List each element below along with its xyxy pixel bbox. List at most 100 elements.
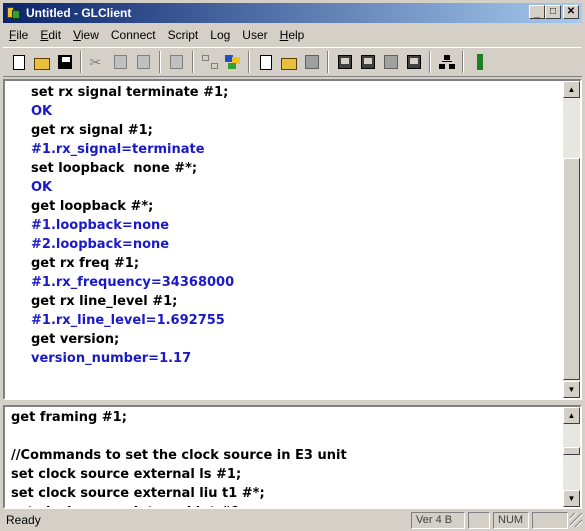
device1-icon [337,55,352,69]
print-button[interactable] [165,51,188,73]
script-scroll-thumb[interactable] [563,447,580,455]
new-file-button[interactable] [7,51,30,73]
output-response-line: #1.loopback=none [31,218,170,233]
output-response-line: #1.rx_line_level=1.692755 [31,313,225,328]
open-folder2-icon [280,57,297,70]
device3-icon [383,55,398,69]
output-command-line: set rx signal terminate #1; [31,85,229,100]
color-network-icon [225,55,240,69]
device1-button[interactable] [333,51,356,73]
status-extra-panel [532,511,568,529]
menu-connect[interactable]: Connect [105,28,162,42]
save-script-button[interactable] [300,51,323,73]
menu-hotkey: F [9,28,17,42]
menu-user[interactable]: User [236,28,273,42]
output-response-line: OK [31,104,53,119]
device2-button[interactable] [356,51,379,73]
close-icon: ✕ [566,6,576,17]
minimize-button[interactable]: _ [529,5,545,19]
output-command-line: get rx signal #1; [31,123,153,138]
menu-edit[interactable]: Edit [34,28,67,42]
toolbar-separator [192,51,194,73]
output-response-line: OK [31,180,53,195]
menu-bar: File Edit View Connect Script Log User Help [3,25,310,45]
output-response-line: #1.rx_signal=terminate [31,142,205,157]
print-icon [170,55,183,69]
toolbar-separator [429,51,431,73]
open-folder-icon [33,57,50,70]
menu-hotkey: H [279,28,289,42]
maximize-button[interactable]: □ [545,5,561,19]
output-vertical-scrollbar[interactable]: ▲ ▼ [563,81,580,398]
toolbar-separator [462,51,464,73]
device4-icon [406,55,421,69]
status-bar: Ready Ver 4 B NUM [3,511,582,529]
output-scroll-up-button[interactable]: ▲ [563,81,580,98]
paste-icon [137,55,150,69]
device3-button[interactable] [379,51,402,73]
title-bar[interactable]: Untitled - GLClient _ □ ✕ [3,3,582,23]
menu-view[interactable]: View [67,28,105,42]
status-text: Ready [6,513,41,527]
menu-hotkey: E [40,28,49,42]
output-command-line: get rx freq #1; [31,256,140,271]
status-empty-panel [468,511,490,529]
script-line: set clock source external ls #1; [11,467,242,482]
menu-label: Log [210,28,231,42]
toolbar-separator [80,51,82,73]
open-script-button[interactable] [277,51,300,73]
script-vertical-scrollbar[interactable]: ▲ ▼ [563,407,580,507]
maximize-icon: □ [549,6,557,17]
color-network-button[interactable] [221,51,244,73]
menu-log[interactable]: Log [204,28,236,42]
glclient-app-icon[interactable] [6,5,22,21]
output-command-line: get version; [31,332,120,347]
tree-icon [438,55,455,69]
save-disk2-icon [304,55,319,69]
cut-button[interactable]: ✂ [86,51,109,73]
menu-hotkey: V [73,28,81,42]
menu-file[interactable]: File [3,28,34,42]
network-icon [201,55,218,69]
glclient-window: Untitled - GLClient _ □ ✕ File Edit View Co… [0,0,585,531]
toolbar: ✂ [3,47,582,77]
new-script-button[interactable] [254,51,277,73]
minimize-icon: _ [534,8,540,19]
script-editor[interactable]: get framing #1; //Commands to set the clo… [5,407,563,507]
open-file-button[interactable] [30,51,53,73]
green-device-button[interactable] [468,51,491,73]
output-scroll-thumb[interactable] [563,158,580,380]
output-pane[interactable]: set rx signal terminate #1; OK get rx sign… [3,79,582,400]
scroll-up-icon: ▲ [567,85,576,94]
menu-label: Help [279,28,305,42]
close-button[interactable]: ✕ [563,5,579,19]
script-scroll-down-button[interactable]: ▼ [563,490,580,507]
script-line [5,427,563,446]
new-file-icon [12,54,25,70]
menu-label: View [73,28,99,42]
output-text-area[interactable]: set rx signal terminate #1; OK get rx sign… [5,81,563,398]
device4-button[interactable] [402,51,425,73]
caption-buttons: _ □ ✕ [529,5,579,19]
cut-icon: ✂ [89,54,102,70]
network-button[interactable] [198,51,221,73]
menu-help[interactable]: Help [274,28,311,42]
script-scroll-up-button[interactable]: ▲ [563,407,580,424]
device2-icon [360,55,375,69]
output-scroll-down-button[interactable]: ▼ [563,381,580,398]
scroll-up-icon: ▲ [567,411,576,420]
resize-grip-icon[interactable] [570,513,582,527]
copy-button[interactable] [109,51,132,73]
toolbar-separator [159,51,161,73]
paste-button[interactable] [132,51,155,73]
tree-button[interactable] [435,51,458,73]
script-input-pane[interactable]: get framing #1; //Commands to set the clo… [3,405,582,509]
window-title: Untitled - GLClient [26,6,132,20]
save-file-button[interactable] [53,51,76,73]
scroll-down-icon: ▼ [567,494,576,503]
script-line: set clock source internal lnt #1; [5,503,563,507]
menu-script[interactable]: Script [162,28,205,42]
toolbar-separator [327,51,329,73]
script-line: get framing #1; [11,410,127,425]
green-device-icon [476,54,483,70]
